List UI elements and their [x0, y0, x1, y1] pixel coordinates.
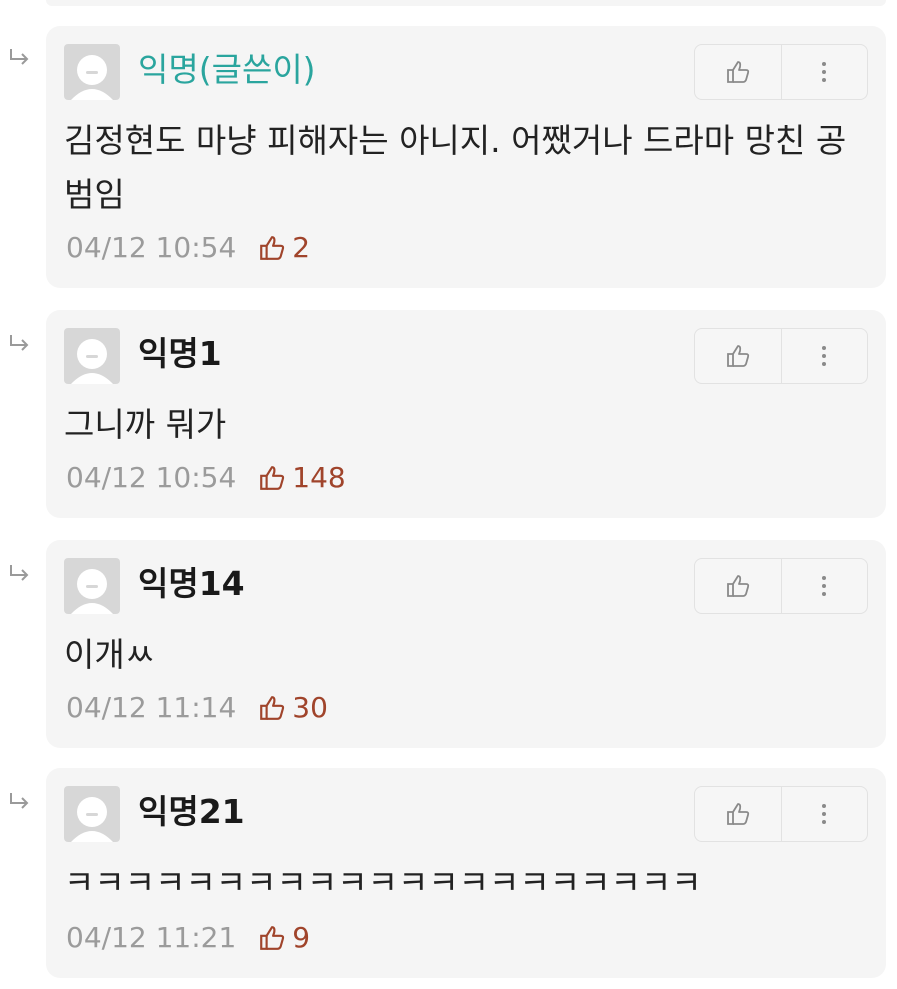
comment-timestamp: 04/12 10:54: [66, 461, 237, 494]
comment-author[interactable]: 익명(글쓴이): [138, 48, 316, 92]
like-count: 2: [292, 231, 311, 264]
more-options-button[interactable]: [782, 787, 868, 841]
default-user-icon: [71, 55, 113, 100]
like-count: 30: [292, 691, 328, 724]
comment-card: 익명1 그니까 뭐가 04/12 10:54 148: [46, 310, 886, 518]
default-user-icon: [71, 569, 113, 614]
more-options-button[interactable]: [782, 329, 868, 383]
comment-actions: [694, 558, 868, 614]
thumbs-up-icon: [726, 803, 749, 825]
like-count-group[interactable]: 30: [258, 690, 328, 726]
like-count-group[interactable]: 2: [258, 230, 310, 266]
like-count-group[interactable]: 148: [258, 460, 346, 496]
reply-arrow-icon: [10, 793, 29, 809]
comment-meta: 04/12 11:21 9: [66, 920, 310, 956]
comment-timestamp: 04/12 11:14: [66, 691, 237, 724]
thumbs-up-icon: [260, 926, 285, 950]
avatar[interactable]: [64, 558, 120, 614]
like-button[interactable]: [695, 559, 782, 613]
comment-card: 익명(글쓴이) 김정현도 마냥 피해자는 아니지. 어쨌거나 드라마 망친 공범…: [46, 26, 886, 288]
like-count: 148: [292, 461, 346, 494]
comment-actions: [694, 44, 868, 100]
like-count: 9: [292, 921, 311, 954]
reply-arrow-icon: [10, 49, 29, 65]
avatar[interactable]: [64, 44, 120, 100]
like-button[interactable]: [695, 45, 782, 99]
reply-arrow-icon: [10, 565, 29, 581]
comment-actions: [694, 328, 868, 384]
thumbs-up-icon: [260, 696, 285, 720]
previous-comment-edge: [46, 0, 886, 6]
comment-text: 그니까 뭐가: [64, 405, 227, 444]
comment-text: 이개ㅆ: [64, 635, 156, 674]
comment-text: ㅋㅋㅋㅋㅋㅋㅋㅋㅋㅋㅋㅋㅋㅋㅋㅋㅋㅋㅋㅋㅋ: [64, 863, 702, 902]
default-user-icon: [71, 797, 113, 842]
comment-text: 김정현도 마냥 피해자는 아니지. 어쨌거나 드라마 망친 공범임: [64, 121, 847, 214]
more-vertical-icon: [822, 804, 827, 824]
thumbs-up-icon: [726, 575, 749, 597]
more-vertical-icon: [822, 576, 827, 596]
reply-arrow-icon: [10, 335, 29, 351]
thumbs-up-icon: [726, 61, 749, 83]
like-count-group[interactable]: 9: [258, 920, 310, 956]
thumbs-up-icon: [726, 345, 749, 367]
more-vertical-icon: [822, 62, 827, 82]
thumbs-up-icon: [260, 466, 285, 490]
comment-author[interactable]: 익명14: [138, 562, 245, 606]
comment-actions: [694, 786, 868, 842]
avatar[interactable]: [64, 328, 120, 384]
comment-meta: 04/12 10:54 148: [66, 460, 346, 496]
comment-card: 익명14 이개ㅆ 04/12 11:14 30: [46, 540, 886, 748]
comment-card: 익명21 ㅋㅋㅋㅋㅋㅋㅋㅋㅋㅋㅋㅋㅋㅋㅋㅋㅋㅋㅋㅋㅋ 04/12 11:21 9: [46, 768, 886, 978]
default-user-icon: [71, 339, 113, 384]
avatar[interactable]: [64, 786, 120, 842]
comment-meta: 04/12 10:54 2: [66, 230, 310, 266]
more-options-button[interactable]: [782, 559, 868, 613]
like-button[interactable]: [695, 329, 782, 383]
comment-timestamp: 04/12 11:21: [66, 921, 237, 954]
like-button[interactable]: [695, 787, 782, 841]
thumbs-up-icon: [260, 236, 285, 260]
more-vertical-icon: [822, 346, 827, 366]
comment-timestamp: 04/12 10:54: [66, 231, 237, 264]
more-options-button[interactable]: [782, 45, 868, 99]
comment-author[interactable]: 익명1: [138, 332, 222, 376]
comment-meta: 04/12 11:14 30: [66, 690, 328, 726]
comment-author[interactable]: 익명21: [138, 790, 245, 834]
